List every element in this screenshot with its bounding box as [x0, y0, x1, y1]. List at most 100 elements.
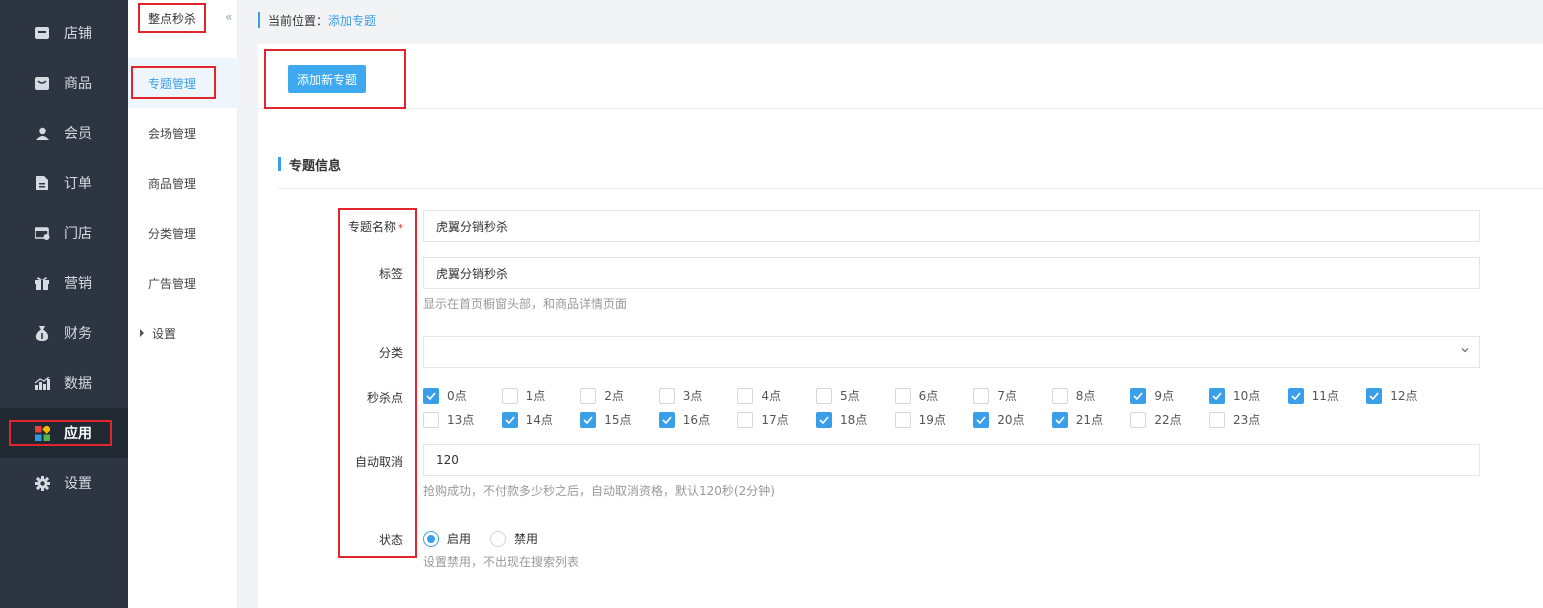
sidebar-item-label: 会员 [64, 126, 92, 142]
sidebar-item-label: 设置 [64, 476, 92, 492]
sub-sidebar: 整点秒杀 专题管理 会场管理 商品管理 分类管理 广告管理 设置 [128, 0, 238, 608]
point-checkbox[interactable]: 6点 [894, 387, 938, 404]
sidebar-item-label: 订单 [64, 176, 92, 192]
topic-name-input[interactable]: 虎翼分销秒杀 [423, 210, 1480, 242]
checkbox-box [501, 387, 518, 404]
point-checkbox[interactable]: 16点 [658, 411, 710, 428]
sidebar-item-apps[interactable]: 应用 [0, 408, 128, 458]
point-checkbox[interactable]: 13点 [423, 411, 474, 428]
category-select[interactable] [423, 336, 1480, 368]
member-icon [34, 125, 50, 141]
checkbox-box [423, 411, 439, 428]
point-label: 14点 [525, 413, 553, 427]
sidebar-item-label: 门店 [64, 226, 92, 242]
point-label: 22点 [1154, 413, 1182, 427]
point-checkbox[interactable]: 21点 [1051, 411, 1104, 428]
subnav-item-ad-manage[interactable]: 广告管理 [128, 258, 238, 308]
subnav-item-settings[interactable]: 设置 [128, 308, 238, 358]
sidebar-item-label: 应用 [64, 426, 92, 442]
sidebar-item-order[interactable]: 订单 [0, 158, 128, 208]
sidebar-item-store[interactable]: 店铺 [0, 8, 128, 58]
checkmark-icon [973, 411, 990, 428]
checkbox-box [973, 387, 990, 404]
checkmark-icon [1366, 387, 1383, 404]
apps-icon [34, 425, 50, 441]
point-checkbox[interactable]: 12点 [1366, 387, 1417, 404]
checkmark-icon [816, 411, 832, 428]
gift-icon [34, 275, 50, 291]
order-icon [34, 175, 50, 191]
point-label: 15点 [604, 413, 632, 427]
sidebar-item-settings[interactable]: 设置 [0, 458, 128, 508]
point-checkbox[interactable]: 11点 [1287, 387, 1339, 404]
sidebar-item-shop[interactable]: 门店 [0, 208, 128, 258]
checkbox-box [737, 387, 754, 404]
caret-right-icon [140, 329, 144, 337]
subnav-item-label: 设置 [152, 326, 177, 341]
sidebar-item-marketing[interactable]: 营销 [0, 258, 128, 308]
tag-input[interactable]: 虎翼分销秒杀 [423, 257, 1480, 289]
point-checkbox[interactable]: 9点 [1130, 387, 1174, 404]
point-checkbox[interactable]: 23点 [1209, 411, 1260, 428]
point-label: 18点 [840, 413, 868, 427]
checkmark-icon [658, 411, 675, 428]
sidebar-item-goods[interactable]: 商品 [0, 58, 128, 108]
point-checkbox[interactable]: 19点 [894, 411, 946, 428]
point-checkbox[interactable]: 0点 [423, 387, 467, 404]
subnav-item-topic-manage[interactable]: 专题管理 [128, 58, 238, 108]
divider [278, 188, 1543, 189]
point-checkbox[interactable]: 4点 [737, 387, 781, 404]
point-checkbox[interactable]: 7点 [973, 387, 1017, 404]
add-topic-button[interactable]: 添加新专题 [288, 65, 366, 93]
status-enable-radio[interactable]: 启用 [423, 530, 471, 547]
subnav-item-goods-manage[interactable]: 商品管理 [128, 158, 238, 208]
point-checkbox[interactable]: 22点 [1130, 411, 1182, 428]
subnav-item-venue-manage[interactable]: 会场管理 [128, 108, 238, 158]
point-checkbox[interactable]: 17点 [737, 411, 789, 428]
subnav-item-label: 专题管理 [148, 76, 197, 91]
sidebar-item-label: 商品 [64, 76, 92, 92]
point-checkbox[interactable]: 10点 [1209, 387, 1260, 404]
status-label: 状态 [378, 533, 403, 547]
sidebar-item-finance[interactable]: 财务 [0, 308, 128, 358]
point-checkbox[interactable]: 5点 [816, 387, 860, 404]
point-label: 23点 [1233, 413, 1261, 427]
point-label: 0点 [447, 389, 467, 403]
gear-icon [34, 475, 50, 491]
collapse-sidebar-button[interactable]: « [225, 10, 232, 24]
subnav-item-category-manage[interactable]: 分类管理 [128, 208, 238, 258]
sidebar-item-member[interactable]: 会员 [0, 108, 128, 158]
point-checkbox[interactable]: 8点 [1051, 387, 1096, 404]
radio-dot [423, 530, 439, 547]
main-panel: 添加新专题 专题信息 专题名称 * 虎翼分销秒杀 标签 虎翼分销秒杀 显示在首页橱… [258, 44, 1543, 608]
point-label: 7点 [997, 389, 1017, 403]
status-disable-radio[interactable]: 禁用 [490, 530, 538, 547]
point-checkbox[interactable]: 15点 [580, 411, 631, 428]
point-label: 12点 [1390, 389, 1418, 403]
checkbox-box [1051, 387, 1068, 404]
point-checkbox[interactable]: 1点 [501, 387, 545, 404]
main-sidebar: 店铺 商品 会员 订单 门店 营销 财务 数据 应用 设置 [0, 0, 128, 608]
subnav-item-label: 商品管理 [148, 176, 197, 191]
point-checkbox[interactable]: 3点 [658, 387, 702, 404]
radio-label: 禁用 [514, 532, 539, 546]
autocancel-input[interactable]: 120 [423, 444, 1480, 476]
radio-dot [490, 530, 506, 547]
point-label: 21点 [1075, 413, 1104, 427]
point-label: 13点 [447, 413, 475, 427]
breadcrumb-current[interactable]: 添加专题 [328, 12, 376, 29]
radio-label: 启用 [447, 532, 472, 546]
point-checkbox[interactable]: 14点 [501, 411, 553, 428]
point-checkbox[interactable]: 18点 [816, 411, 867, 428]
category-label: 分类 [378, 346, 403, 360]
point-label: 17点 [761, 413, 789, 427]
point-checkbox[interactable]: 2点 [580, 387, 624, 404]
checkbox-box [737, 411, 754, 428]
chevron-down-icon [1461, 348, 1469, 353]
point-checkbox[interactable]: 20点 [973, 411, 1024, 428]
point-label: 8点 [1075, 389, 1096, 403]
section-title: 专题信息 [278, 157, 341, 174]
sidebar-item-data[interactable]: 数据 [0, 358, 128, 408]
checkbox-box [1130, 411, 1147, 428]
subnav-item-label: 分类管理 [148, 226, 197, 241]
